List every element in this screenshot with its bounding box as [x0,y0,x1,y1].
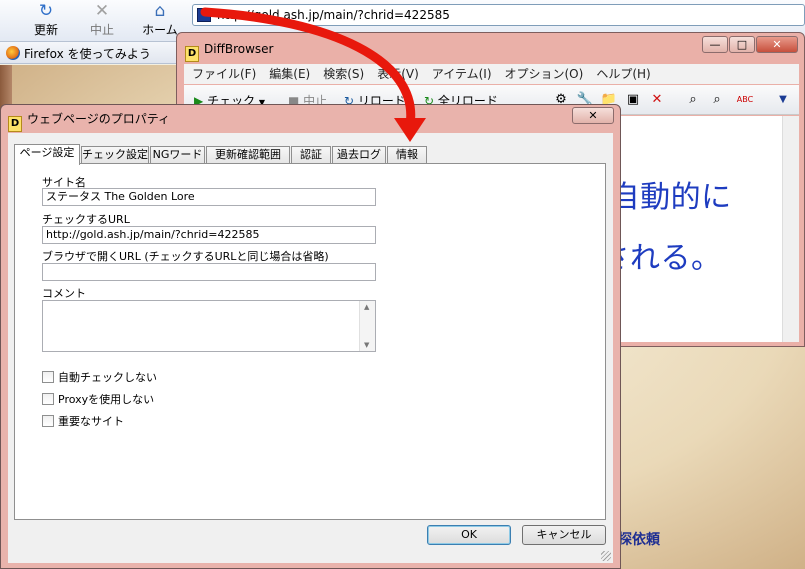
page-text: 探依頼 [618,532,660,548]
menu-help[interactable]: ヘルプ(H) [588,64,655,82]
resize-grip-icon[interactable] [601,551,611,561]
cancel-button[interactable]: キャンセル [522,525,606,545]
diffbrowser-app-icon: D [185,46,199,62]
vertical-scrollbar[interactable] [782,116,799,342]
check-url-label: チェックするURL [42,213,130,226]
url-text: http://gold.ash.jp/main/?chrid=422585 [217,8,450,22]
browser-url-label: ブラウザで開くURL (チェックするURLと同じ場合は省略) [42,250,329,263]
checkbox-box[interactable] [42,415,54,427]
diffbrowser-title: D DiffBrowser [185,39,273,62]
properties-dialog: D ウェブページのプロパティ ✕ ページ設定 チェック設定 NGワード 更新確認範… [0,104,621,569]
comment-textarea[interactable]: ▲ ▼ [42,300,376,352]
menu-option[interactable]: オプション(O) [497,64,589,82]
maximize-button[interactable]: □ [729,36,755,53]
comment-scrollbar[interactable]: ▲ ▼ [359,301,375,351]
save-icon[interactable]: ▣ [624,91,642,109]
important-site-checkbox[interactable]: 重要なサイト [42,413,124,429]
more-icon[interactable]: ▼ [774,91,792,109]
dialog-client-area: ページ設定 チェック設定 NGワード 更新確認範囲 認証 過去ログ 情報 サイト… [8,133,613,563]
tab-page-settings[interactable]: ページ設定 [14,144,80,165]
reload-button[interactable]: ↻ 更新 [18,0,74,42]
checkbox-box[interactable] [42,371,54,383]
check-url-input[interactable]: http://gold.ash.jp/main/?chrid=422585 [42,226,376,244]
page-settings-panel: サイト名 ステータス The Golden Lore チェックするURL htt… [14,163,606,520]
dialog-title: D ウェブページのプロパティ [8,109,170,132]
url-bar[interactable]: http://gold.ash.jp/main/?chrid=422585 [192,4,805,26]
close-button[interactable]: ✕ [756,36,798,53]
comment-label: コメント [42,287,86,300]
no-proxy-checkbox[interactable]: Proxyを使用しない [42,391,154,407]
dialog-app-icon: D [8,116,22,132]
menu-bar: ファイル(F) 編集(E) 検索(S) 表示(V) アイテム(I) オプション(O) ヘルプ… [184,64,799,84]
bookmark-item[interactable]: Firefox を使ってみよう [6,45,151,62]
tab-update-range[interactable]: 更新確認範囲 [206,146,290,164]
stop-button[interactable]: ✕ 中止 [74,0,130,42]
delete-icon[interactable]: ✕ [648,91,666,109]
menu-view[interactable]: 表示(V) [369,64,424,82]
scroll-up-icon[interactable]: ▲ [364,303,369,311]
ok-button[interactable]: OK [427,525,511,545]
firefox-icon [6,46,20,60]
find-next-icon[interactable]: ⌕ [708,91,726,109]
dialog-close-button[interactable]: ✕ [572,107,614,124]
spellcheck-icon[interactable]: ABC [736,91,754,109]
tab-auth[interactable]: 認証 [291,146,331,164]
site-name-input[interactable]: ステータス The Golden Lore [42,188,376,206]
browser-url-input[interactable] [42,263,376,281]
site-favicon-icon [197,8,211,22]
tab-history-log[interactable]: 過去ログ [332,146,386,164]
menu-file[interactable]: ファイル(F) [184,64,261,82]
tab-info[interactable]: 情報 [387,146,427,164]
no-auto-check-checkbox[interactable]: 自動チェックしない [42,369,157,385]
minimize-button[interactable]: — [702,36,728,53]
scroll-down-icon[interactable]: ▼ [364,341,369,349]
stop-icon: ✕ [94,1,110,21]
tab-check-settings[interactable]: チェック設定 [81,146,149,164]
reload-icon: ↻ [38,1,54,21]
menu-search[interactable]: 検索(S) [315,64,369,82]
find-icon[interactable]: ⌕ [684,91,702,109]
window-controls: — □ ✕ [701,36,798,53]
checkbox-box[interactable] [42,393,54,405]
menu-item[interactable]: アイテム(I) [424,64,497,82]
menu-edit[interactable]: 編集(E) [261,64,315,82]
tab-ng-words[interactable]: NGワード [150,146,205,164]
home-icon: ⌂ [154,1,166,21]
